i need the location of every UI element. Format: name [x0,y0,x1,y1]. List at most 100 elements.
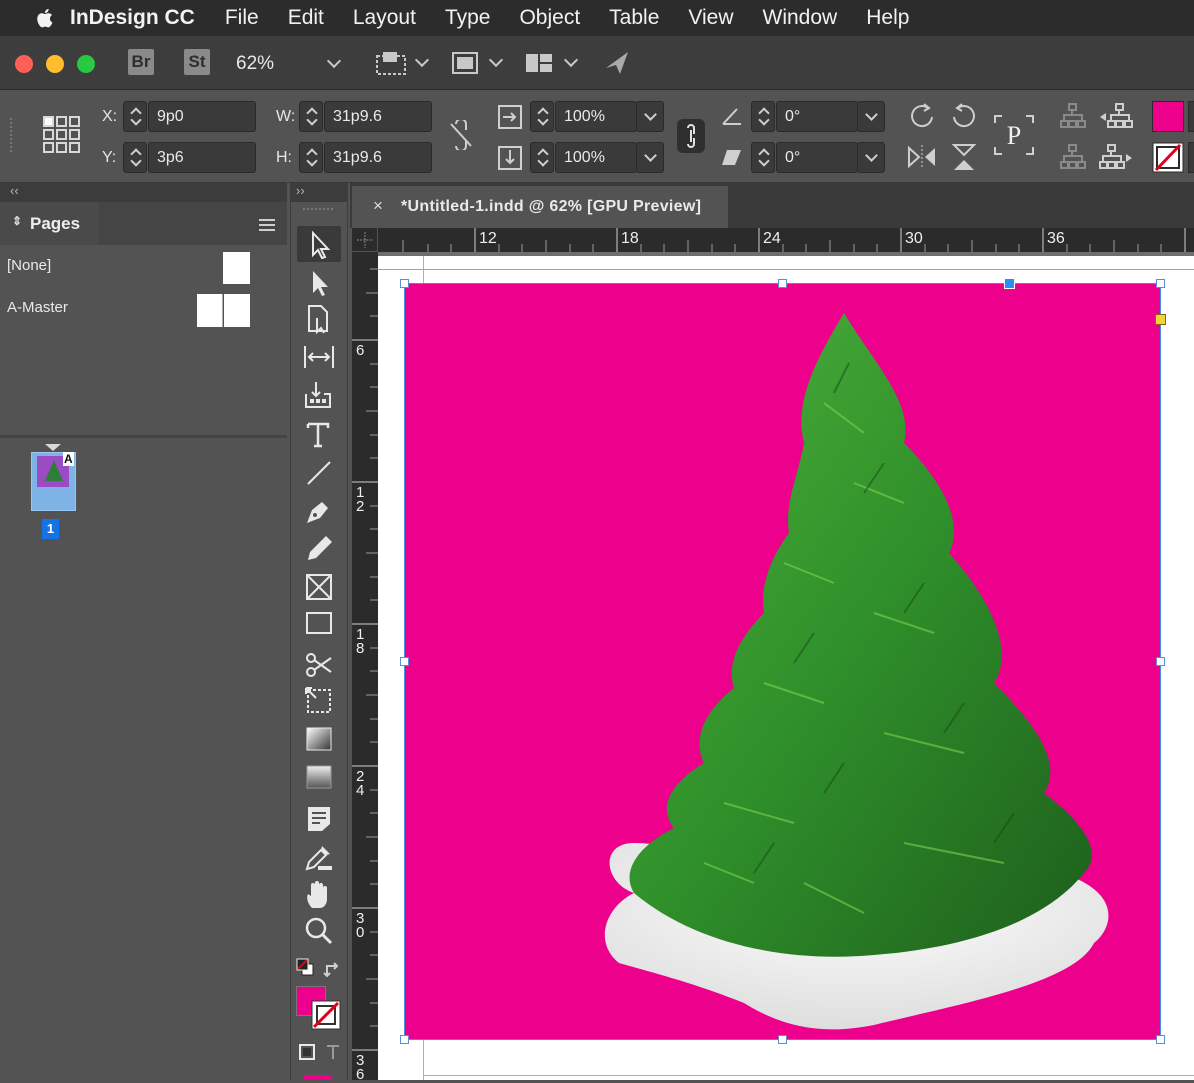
shear-dropdown[interactable] [857,142,885,173]
zoom-level[interactable]: 62% [236,53,274,75]
page-number-badge[interactable]: 1 [42,519,59,539]
fill-swatch[interactable] [1152,101,1184,132]
y-field[interactable]: 3p6 [148,142,256,173]
publish-online-icon[interactable] [602,48,632,78]
fill-dropdown[interactable] [1188,101,1194,132]
panel-grip-icon[interactable] [8,118,14,154]
handle-middle-left[interactable] [400,657,409,666]
handle-bottom-center[interactable] [778,1035,787,1044]
panel-collapse-bar[interactable]: ‹‹ [0,183,287,202]
scale-y-stepper[interactable] [530,142,554,173]
select-previous-object-icon[interactable] [1098,101,1134,131]
gradient-swatch-tool-icon[interactable] [302,722,336,756]
select-container-icon[interactable] [1058,101,1088,131]
default-fill-stroke-icon[interactable] [296,958,314,976]
shear-field[interactable]: 0° [776,142,858,173]
horizontal-ruler[interactable]: 12 18 24 30 36 [378,228,1194,252]
apply-color-button[interactable] [304,1075,332,1080]
x-field[interactable]: 9p0 [148,101,256,132]
y-stepper[interactable] [123,142,147,173]
zoom-window-button[interactable] [77,55,95,73]
constrain-scale-icon[interactable] [676,118,706,154]
scissors-tool-icon[interactable] [302,648,336,682]
menu-layout[interactable]: Layout [353,6,416,30]
close-tab-icon[interactable]: × [373,196,383,216]
menu-object[interactable]: Object [519,6,580,30]
select-next-object-icon[interactable] [1098,142,1134,172]
menu-file[interactable]: File [225,6,259,30]
a-master-left-thumbnail[interactable] [197,294,223,327]
h-field[interactable]: 31p9.6 [324,142,432,173]
expand-toolbar-icon[interactable]: ›› [296,183,305,198]
type-tool-icon[interactable] [302,418,336,452]
ruler-origin[interactable] [352,228,378,252]
toolbar-collapse-bar[interactable]: ›› [290,183,348,202]
pages-tab[interactable]: ⇕ Pages [0,202,99,245]
rectangle-tool-icon[interactable] [302,606,336,640]
select-content-icon[interactable] [1058,142,1088,172]
rotate-counterclockwise-icon[interactable] [948,101,980,131]
formatting-text-icon[interactable] [324,1043,342,1061]
line-tool-icon[interactable] [302,456,336,490]
pen-tool-icon[interactable] [302,494,336,528]
handle-top-center[interactable] [778,279,787,288]
content-grabber-handle[interactable] [1004,278,1015,289]
note-tool-icon[interactable] [302,802,336,836]
panel-toggle-icon[interactable]: ⇕ [12,214,22,228]
rectangle-frame-tool-icon[interactable] [302,570,336,604]
flip-vertical-icon[interactable] [948,142,980,172]
stroke-color-swatch-icon[interactable] [311,1000,341,1030]
live-corners-handle[interactable] [1155,314,1166,325]
menu-view[interactable]: View [688,6,733,30]
handle-top-left[interactable] [400,279,409,288]
formatting-container-icon[interactable] [298,1043,316,1061]
flip-horizontal-icon[interactable] [906,142,938,172]
direct-selection-tool-icon[interactable] [302,266,336,300]
arrange-documents-icon[interactable] [524,51,556,75]
handle-top-right[interactable] [1156,279,1165,288]
toolbar-grip-icon[interactable] [303,206,333,212]
master-none-thumbnail[interactable] [223,252,250,284]
rotate-clockwise-icon[interactable] [906,101,938,131]
view-options-icon[interactable] [375,50,407,76]
app-name-menu[interactable]: InDesign CC [70,6,195,30]
screen-mode-icon[interactable] [450,50,480,76]
swap-fill-stroke-icon[interactable] [323,960,343,980]
rotation-field[interactable]: 0° [776,101,858,132]
close-window-button[interactable] [15,55,33,73]
free-transform-tool-icon[interactable] [302,684,336,718]
content-collector-tool-icon[interactable] [302,378,336,412]
menu-edit[interactable]: Edit [288,6,324,30]
a-master-label[interactable]: A-Master [7,299,68,316]
collapse-left-icon[interactable]: ‹‹ [10,183,19,198]
menu-table[interactable]: Table [609,6,659,30]
hand-tool-icon[interactable] [302,878,336,912]
a-master-right-thumbnail[interactable] [224,294,250,327]
scale-x-dropdown[interactable] [636,101,664,132]
panel-divider[interactable] [0,435,287,438]
vertical-ruler[interactable]: 6 1 2 1 8 2 4 3 0 3 6 [352,252,378,1082]
scale-y-dropdown[interactable] [636,142,664,173]
apple-icon[interactable] [34,7,54,29]
minimize-window-button[interactable] [46,55,64,73]
handle-bottom-left[interactable] [400,1035,409,1044]
handle-bottom-right[interactable] [1156,1035,1165,1044]
scale-y-field[interactable]: 100% [555,142,637,173]
gap-tool-icon[interactable] [302,340,336,374]
selection-tool-icon[interactable] [302,228,336,262]
rotation-indicator-icon[interactable]: P [992,113,1036,157]
pencil-tool-icon[interactable] [302,532,336,566]
menu-window[interactable]: Window [763,6,838,30]
h-stepper[interactable] [299,142,323,173]
eyedropper-tool-icon[interactable] [302,840,336,874]
stroke-dropdown[interactable] [1188,142,1194,173]
rotation-stepper[interactable] [751,101,775,132]
page-1-thumbnail[interactable]: A [31,452,76,511]
menu-help[interactable]: Help [866,6,909,30]
menu-type[interactable]: Type [445,6,491,30]
bridge-button[interactable]: Br [128,49,154,75]
zoom-tool-icon[interactable] [302,914,336,948]
gradient-feather-tool-icon[interactable] [302,760,336,794]
scale-x-stepper[interactable] [530,101,554,132]
scale-x-field[interactable]: 100% [555,101,637,132]
